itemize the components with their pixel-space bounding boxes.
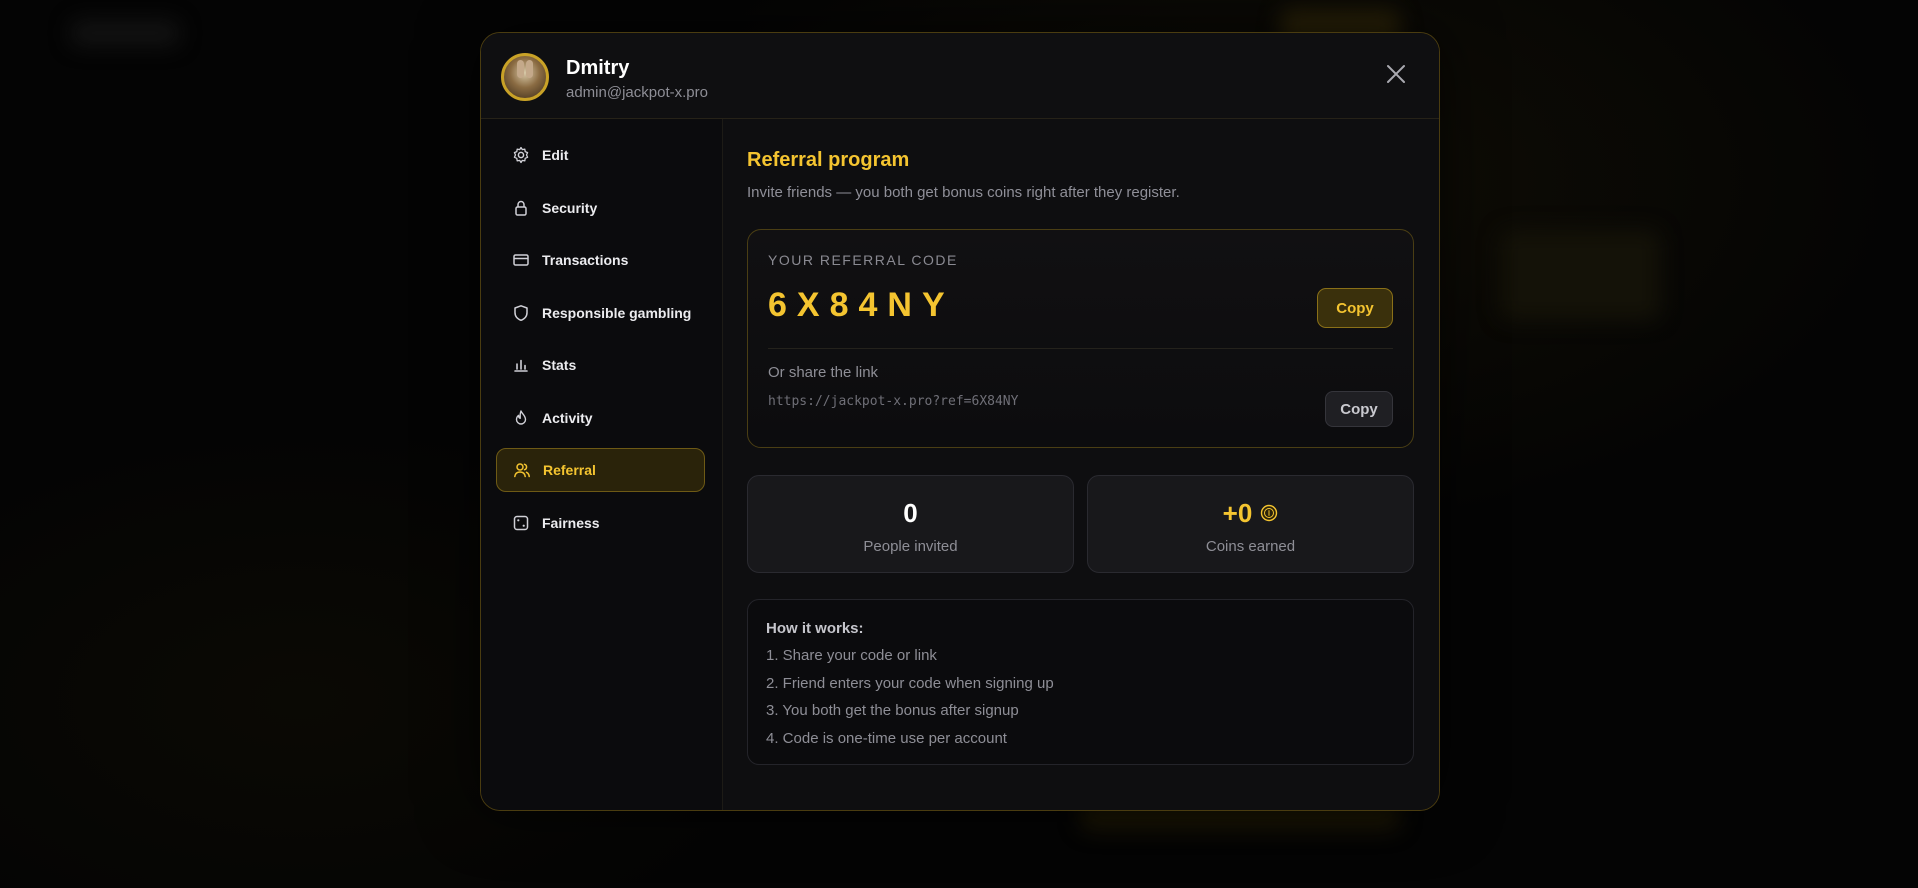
how-step: 1. Share your code or link bbox=[766, 647, 937, 664]
sidebar-item-label: Responsible gambling bbox=[542, 305, 692, 321]
gear-icon bbox=[512, 146, 530, 164]
sidebar-item-edit[interactable]: Edit bbox=[496, 133, 705, 177]
how-step: 4. Code is one-time use per account bbox=[766, 730, 1007, 747]
coins-earned-row: +0 bbox=[1088, 498, 1413, 529]
people-invited-label: People invited bbox=[863, 538, 958, 555]
profile-modal: Dmitry admin@jackpot-x.pro Edit Security… bbox=[480, 32, 1440, 811]
referral-code-label: YOUR REFERRAL CODE bbox=[768, 252, 958, 268]
sidebar-item-label: Referral bbox=[543, 462, 596, 478]
sidebar-item-label: Transactions bbox=[542, 252, 629, 268]
coins-earned-value: +0 bbox=[1222, 498, 1253, 528]
backdrop-logo-blur bbox=[70, 20, 180, 46]
close-button[interactable] bbox=[1383, 61, 1409, 87]
close-icon bbox=[1387, 65, 1405, 83]
page-title: Referral program bbox=[747, 149, 910, 171]
coins-earned-card: +0 Coins earned bbox=[1087, 475, 1414, 573]
sidebar-item-activity[interactable]: Activity bbox=[496, 396, 705, 440]
sidebar-item-responsible-gambling[interactable]: Responsible gambling bbox=[496, 291, 705, 335]
lock-icon bbox=[512, 199, 530, 217]
avatar bbox=[501, 53, 549, 101]
how-step: 3. You both get the bonus after signup bbox=[766, 702, 1019, 719]
how-it-works-title: How it works: bbox=[766, 620, 864, 637]
sidebar-item-security[interactable]: Security bbox=[496, 186, 705, 230]
users-icon bbox=[513, 461, 531, 479]
sidebar-item-transactions[interactable]: Transactions bbox=[496, 238, 705, 282]
people-invited-value: 0 bbox=[903, 498, 918, 528]
how-step: 2. Friend enters your code when signing … bbox=[766, 675, 1054, 692]
sidebar-item-label: Edit bbox=[542, 147, 569, 163]
dice-icon bbox=[512, 514, 530, 532]
referral-code-card: YOUR REFERRAL CODE 6X84NY Copy Or share … bbox=[747, 229, 1414, 448]
coin-icon bbox=[1260, 498, 1278, 529]
shield-icon bbox=[512, 304, 530, 322]
people-invited-card: 0 People invited bbox=[747, 475, 1074, 573]
sidebar-item-label: Security bbox=[542, 200, 598, 216]
sidebar-item-fairness[interactable]: Fairness bbox=[496, 501, 705, 545]
sidebar-item-label: Fairness bbox=[542, 515, 600, 531]
bar-chart-icon bbox=[512, 356, 530, 374]
share-link: https://jackpot-x.pro?ref=6X84NY bbox=[768, 394, 1019, 409]
coins-earned-label: Coins earned bbox=[1205, 538, 1296, 555]
how-it-works-card: How it works: 1. Share your code or link… bbox=[747, 599, 1414, 765]
sidebar-item-label: Stats bbox=[542, 357, 577, 373]
share-link-label: Or share the link bbox=[768, 364, 879, 381]
page-subtitle: Invite friends — you both get bonus coin… bbox=[747, 184, 1180, 201]
sidebar-item-label: Activity bbox=[542, 410, 593, 426]
flame-icon bbox=[512, 409, 530, 427]
modal-header: Dmitry admin@jackpot-x.pro bbox=[481, 33, 1439, 119]
user-email: admin@jackpot-x.pro bbox=[566, 84, 708, 101]
copy-code-button[interactable]: Copy bbox=[1317, 288, 1393, 328]
user-name: Dmitry bbox=[566, 57, 630, 79]
sidebar-item-referral[interactable]: Referral bbox=[496, 448, 705, 492]
copy-link-button[interactable]: Copy bbox=[1325, 391, 1393, 427]
card-icon bbox=[512, 251, 530, 269]
sidebar-item-stats[interactable]: Stats bbox=[496, 343, 705, 387]
backdrop-card-blur bbox=[1500, 230, 1660, 320]
referral-panel: Referral program Invite friends — you bo… bbox=[723, 119, 1439, 810]
referral-code: 6X84NY bbox=[768, 286, 955, 324]
sidebar: Edit Security Transactions Responsible g… bbox=[481, 119, 723, 810]
divider bbox=[768, 348, 1393, 349]
